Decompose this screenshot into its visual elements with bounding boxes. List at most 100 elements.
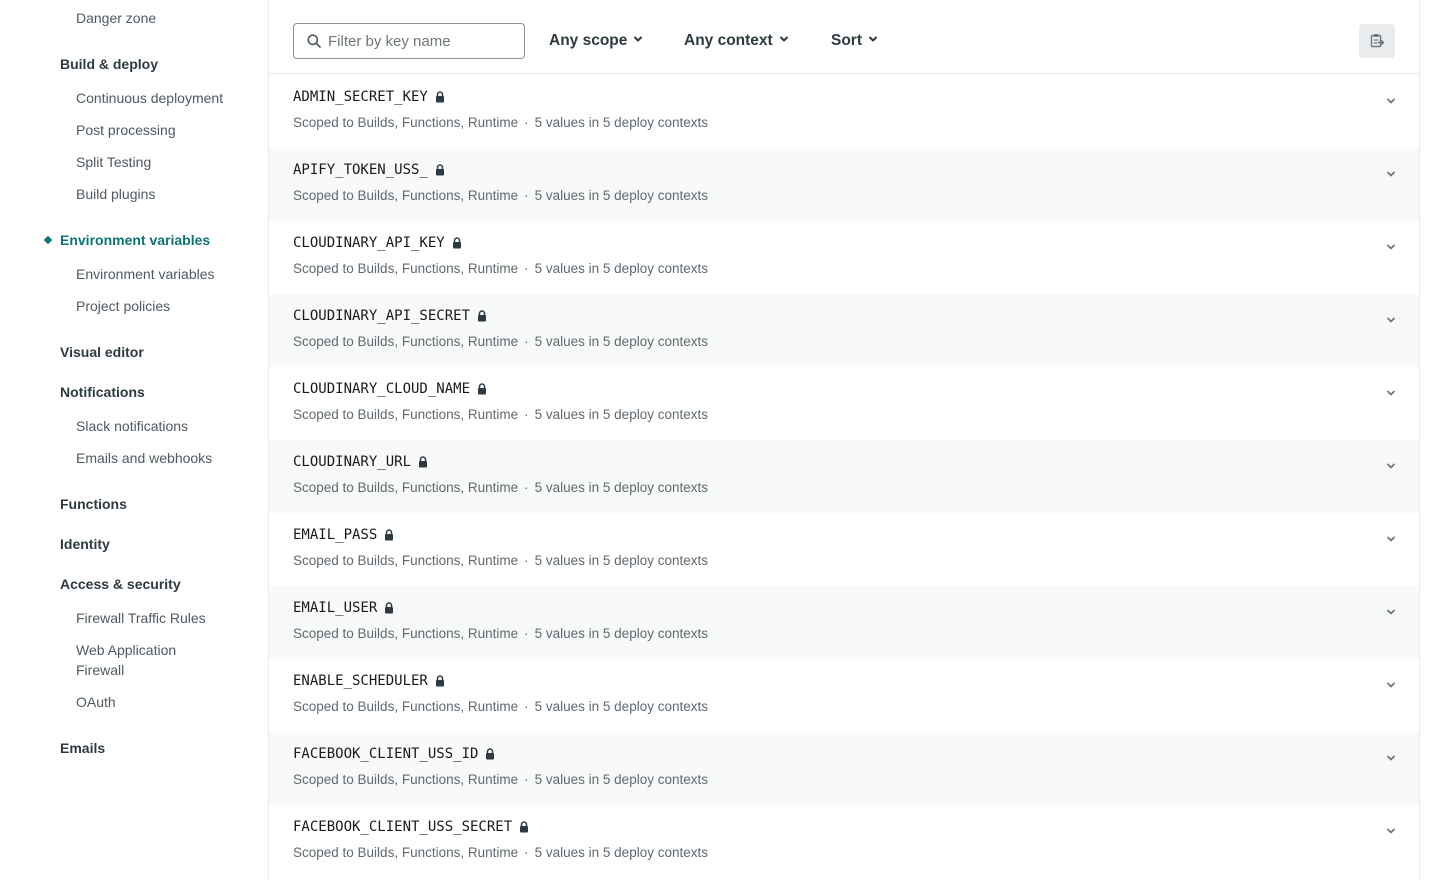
- lock-icon: [435, 675, 444, 687]
- env-var-values-count: 5 values in 5 deploy contexts: [534, 699, 708, 714]
- chevron-down-icon: [779, 36, 788, 42]
- env-var-scope: Scoped to Builds, Functions, Runtime: [293, 407, 519, 422]
- env-var-key: CLOUDINARY_URL: [293, 454, 428, 470]
- lock-icon: [452, 237, 461, 249]
- lock-icon: [435, 164, 444, 176]
- lock-icon: [419, 456, 428, 468]
- env-var-key: APIFY_TOKEN_USS_: [293, 162, 445, 178]
- chevron-down-icon[interactable]: [1385, 95, 1397, 107]
- scope-filter-label: Any scope: [549, 32, 628, 49]
- meta-separator: ·: [524, 480, 529, 495]
- env-var-key: ADMIN_SECRET_KEY: [293, 89, 445, 105]
- sidebar-item-slack-notifications[interactable]: Slack notifications: [76, 416, 188, 436]
- env-var-scope: Scoped to Builds, Functions, Runtime: [293, 188, 519, 203]
- lock-icon: [486, 748, 495, 760]
- sidebar-item-emails-webhooks[interactable]: Emails and webhooks: [76, 448, 212, 468]
- meta-separator: ·: [524, 845, 529, 860]
- meta-separator: ·: [524, 115, 529, 130]
- env-var-meta: Scoped to Builds, Functions, Runtime · 5 v…: [293, 772, 708, 787]
- env-var-key-text: FACEBOOK_CLIENT_USS_ID: [293, 746, 479, 762]
- sidebar-group-build-deploy[interactable]: Build & deploy: [60, 54, 158, 74]
- env-var-values-count: 5 values in 5 deploy contexts: [534, 188, 708, 203]
- env-var-row[interactable]: ENABLE_SCHEDULER Scoped to Builds, Functi…: [269, 659, 1419, 732]
- env-var-meta: Scoped to Builds, Functions, Runtime · 5 v…: [293, 626, 708, 641]
- env-var-meta: Scoped to Builds, Functions, Runtime · 5 v…: [293, 553, 708, 568]
- chevron-down-icon[interactable]: [1385, 314, 1397, 326]
- env-var-scope: Scoped to Builds, Functions, Runtime: [293, 699, 519, 714]
- chevron-down-icon[interactable]: [1385, 679, 1397, 691]
- env-var-scope: Scoped to Builds, Functions, Runtime: [293, 261, 519, 276]
- env-var-meta: Scoped to Builds, Functions, Runtime · 5 v…: [293, 407, 708, 422]
- chevron-down-icon[interactable]: [1385, 460, 1397, 472]
- sidebar-item-project-policies[interactable]: Project policies: [76, 296, 170, 316]
- env-var-key-text: EMAIL_USER: [293, 600, 378, 616]
- env-var-row[interactable]: CLOUDINARY_URL Scoped to Builds, Function…: [269, 440, 1419, 513]
- search-box[interactable]: [293, 23, 525, 59]
- chevron-down-icon: [869, 36, 877, 42]
- import-from-env-button[interactable]: [1359, 24, 1395, 58]
- sort-dropdown[interactable]: Sort: [831, 30, 878, 52]
- environment-variables-panel: Any scope Any context Sort ADMIN_SECRET_…: [268, 0, 1420, 880]
- chevron-down-icon[interactable]: [1385, 533, 1397, 545]
- sidebar-item-danger-zone[interactable]: Danger zone: [76, 8, 156, 28]
- env-var-row[interactable]: ADMIN_SECRET_KEY Scoped to Builds, Functi…: [269, 75, 1419, 148]
- env-var-row[interactable]: APIFY_TOKEN_USS_ Scoped to Builds, Functi…: [269, 148, 1419, 221]
- sidebar-group-visual-editor[interactable]: Visual editor: [60, 342, 144, 362]
- lock-icon: [520, 821, 529, 833]
- meta-separator: ·: [524, 626, 529, 641]
- meta-separator: ·: [524, 334, 529, 349]
- env-var-row[interactable]: FACEBOOK_CLIENT_USS_ID Scoped to Builds, …: [269, 732, 1419, 805]
- search-input[interactable]: [328, 24, 518, 58]
- chevron-down-icon[interactable]: [1385, 241, 1397, 253]
- env-var-row[interactable]: CLOUDINARY_CLOUD_NAME Scoped to Builds, F…: [269, 367, 1419, 440]
- site-settings-sidebar: Danger zone Build & deploy Continuous de…: [0, 0, 268, 880]
- env-var-values-count: 5 values in 5 deploy contexts: [534, 407, 708, 422]
- sidebar-item-web-application-firewall[interactable]: Web Application Firewall: [76, 640, 176, 680]
- lock-icon: [385, 529, 394, 541]
- env-var-key-text: ADMIN_SECRET_KEY: [293, 89, 428, 105]
- sidebar-group-identity[interactable]: Identity: [60, 534, 110, 554]
- sidebar-item-split-testing[interactable]: Split Testing: [76, 152, 151, 172]
- env-var-scope: Scoped to Builds, Functions, Runtime: [293, 845, 519, 860]
- sidebar-item-post-processing[interactable]: Post processing: [76, 120, 176, 140]
- lock-icon: [478, 310, 487, 322]
- env-var-row[interactable]: CLOUDINARY_API_KEY Scoped to Builds, Func…: [269, 221, 1419, 294]
- waf-label-line2: Firewall: [76, 662, 125, 678]
- env-var-key-text: EMAIL_PASS: [293, 527, 378, 543]
- sidebar-item-firewall-traffic-rules[interactable]: Firewall Traffic Rules: [76, 608, 206, 628]
- chevron-down-icon[interactable]: [1385, 606, 1397, 618]
- active-indicator-icon: [43, 235, 53, 245]
- chevron-down-icon[interactable]: [1385, 168, 1397, 180]
- sidebar-item-build-plugins[interactable]: Build plugins: [76, 184, 155, 204]
- env-var-key-text: CLOUDINARY_URL: [293, 454, 412, 470]
- clipboard-import-icon: [1370, 34, 1385, 48]
- env-var-row[interactable]: EMAIL_PASS Scoped to Builds, Functions, R…: [269, 513, 1419, 586]
- scope-filter-dropdown[interactable]: Any scope: [549, 30, 643, 52]
- env-var-key-text: FACEBOOK_CLIENT_USS_SECRET: [293, 819, 513, 835]
- env-var-row[interactable]: CLOUDINARY_API_SECRET Scoped to Builds, F…: [269, 294, 1419, 367]
- sidebar-group-emails[interactable]: Emails: [60, 738, 105, 758]
- env-var-meta: Scoped to Builds, Functions, Runtime · 5 v…: [293, 845, 708, 860]
- env-var-key-text: CLOUDINARY_API_KEY: [293, 235, 445, 251]
- env-var-meta: Scoped to Builds, Functions, Runtime · 5 v…: [293, 334, 708, 349]
- chevron-down-icon[interactable]: [1385, 387, 1397, 399]
- env-var-key: CLOUDINARY_CLOUD_NAME: [293, 381, 487, 397]
- sidebar-group-functions[interactable]: Functions: [60, 494, 127, 514]
- sidebar-group-access-security[interactable]: Access & security: [60, 574, 181, 594]
- chevron-down-icon[interactable]: [1385, 752, 1397, 764]
- chevron-down-icon[interactable]: [1385, 825, 1397, 837]
- env-var-values-count: 5 values in 5 deploy contexts: [534, 480, 708, 495]
- sidebar-item-environment-variables[interactable]: Environment variables: [76, 264, 215, 284]
- sidebar-item-oauth[interactable]: OAuth: [76, 692, 116, 712]
- env-var-scope: Scoped to Builds, Functions, Runtime: [293, 626, 519, 641]
- env-var-row[interactable]: EMAIL_USER Scoped to Builds, Functions, R…: [269, 586, 1419, 659]
- env-var-key: EMAIL_USER: [293, 600, 394, 616]
- search-icon: [307, 34, 321, 48]
- sidebar-item-continuous-deployment[interactable]: Continuous deployment: [76, 88, 223, 108]
- env-var-row[interactable]: FACEBOOK_CLIENT_USS_SECRET Scoped to Buil…: [269, 805, 1419, 878]
- env-var-values-count: 5 values in 5 deploy contexts: [534, 845, 708, 860]
- context-filter-dropdown[interactable]: Any context: [684, 30, 789, 52]
- sidebar-group-notifications[interactable]: Notifications: [60, 382, 145, 402]
- env-var-meta: Scoped to Builds, Functions, Runtime · 5 v…: [293, 188, 708, 203]
- sidebar-group-environment-variables[interactable]: Environment variables: [60, 230, 210, 250]
